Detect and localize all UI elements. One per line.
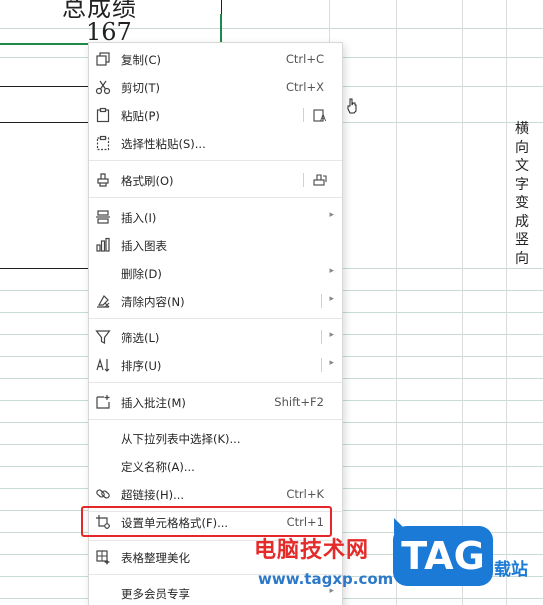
- vertical-char: 文: [515, 158, 529, 174]
- menu-item-label: 从下拉列表中选择(K)...: [121, 432, 241, 446]
- menu-item-label: 选择性粘贴(S)...: [121, 137, 206, 151]
- copy-icon: [95, 51, 111, 67]
- link-icon: [95, 486, 111, 502]
- menu-item-define-name[interactable]: 定义名称(A)...: [89, 452, 342, 480]
- mouse-cursor-icon: [347, 98, 357, 114]
- menu-item-label: 筛选(L): [121, 331, 160, 345]
- menu-item-insert-chart[interactable]: 插入图表: [89, 231, 342, 259]
- menu-item-label: 插入图表: [121, 239, 167, 253]
- watermark-site-name: 电脑技术网: [254, 538, 370, 563]
- menu-item-label: 定义名称(A)...: [121, 460, 195, 474]
- menu-item-label: 插入批注(M): [121, 396, 186, 410]
- menu-item-label: 更多会员专享: [121, 587, 190, 601]
- menu-separator: [89, 419, 342, 420]
- sort-icon: [95, 357, 111, 373]
- watermark-logo-badge: TAG: [393, 526, 493, 586]
- menu-item-label: 超链接(H)...: [121, 488, 185, 502]
- menu-item-pick-from-list[interactable]: 从下拉列表中选择(K)...: [89, 424, 342, 452]
- menu-item-shortcut: Ctrl+C: [285, 52, 324, 66]
- comment-icon: [95, 394, 111, 410]
- submenu-arrow-icon: ▸: [329, 266, 334, 276]
- clear-content-icon: [95, 293, 111, 309]
- menu-item-label: 表格整理美化: [121, 551, 190, 565]
- vertical-char: 成: [515, 213, 529, 230]
- menu-item-insert[interactable]: 插入(I) ▸: [89, 203, 342, 231]
- menu-item-divider: [321, 358, 322, 372]
- vertical-char: 竖: [515, 232, 529, 248]
- vertical-char: 变: [515, 195, 529, 211]
- submenu-arrow-icon: ▸: [329, 358, 334, 368]
- menu-item-label: 复制(C): [121, 53, 162, 67]
- menu-item-sort[interactable]: 排序(U) ▸: [89, 351, 342, 379]
- menu-item-shortcut: Ctrl+K: [286, 487, 324, 501]
- menu-separator: [89, 318, 342, 319]
- watermark-url: www.tagxp.com: [258, 570, 394, 588]
- vertical-text-cell[interactable]: 横 向 文 字 变 成 竖 向: [514, 120, 530, 268]
- menu-item-label: 排序(U): [121, 359, 162, 373]
- menu-item-delete[interactable]: 删除(D) ▸: [89, 259, 342, 287]
- format-brush-multi-icon[interactable]: [312, 172, 328, 188]
- menu-separator: [89, 197, 342, 198]
- menu-item-copy[interactable]: 复制(C) Ctrl+C: [89, 45, 342, 73]
- grid-column-line: [506, 0, 507, 605]
- scissors-icon: [95, 79, 111, 95]
- menu-item-shortcut: Shift+F2: [274, 395, 324, 409]
- menu-item-insert-comment[interactable]: 插入批注(M) Shift+F2: [89, 388, 342, 416]
- paste-text-only-icon[interactable]: A: [312, 107, 328, 123]
- menu-item-label: 删除(D): [121, 267, 162, 281]
- menu-item-paste-special[interactable]: 选择性粘贴(S)...: [89, 129, 342, 157]
- vertical-char: 向: [515, 139, 529, 156]
- submenu-arrow-icon: ▸: [329, 210, 334, 220]
- insert-icon: [95, 209, 111, 225]
- menu-item-paste[interactable]: 粘贴(P) A: [89, 101, 342, 129]
- filter-icon: [95, 329, 111, 345]
- vertical-char: 横: [515, 121, 529, 137]
- menu-item-hyperlink[interactable]: 超链接(H)... Ctrl+K: [89, 480, 342, 508]
- menu-item-label: 插入(I): [121, 211, 157, 225]
- paste-icon: [95, 107, 111, 123]
- format-brush-icon: [95, 172, 111, 188]
- beautify-icon: [95, 549, 111, 565]
- menu-item-cut[interactable]: 剪切(T) Ctrl+X: [89, 73, 342, 101]
- submenu-arrow-icon: ▸: [329, 330, 334, 340]
- menu-separator: [89, 160, 342, 161]
- menu-item-label: 清除内容(N): [121, 295, 185, 309]
- vertical-char: 向: [515, 250, 529, 267]
- chart-icon: [95, 237, 111, 253]
- menu-item-label: 粘贴(P): [121, 109, 160, 123]
- submenu-arrow-icon: ▸: [329, 294, 334, 304]
- menu-item-divider: [303, 173, 304, 187]
- menu-item-label: 格式刷(O): [121, 174, 174, 188]
- menu-item-format-painter[interactable]: 格式刷(O): [89, 166, 342, 194]
- grid-column-line: [462, 0, 463, 605]
- menu-item-divider: [321, 330, 322, 344]
- menu-item-shortcut: Ctrl+X: [286, 80, 324, 94]
- svg-text:A: A: [320, 114, 327, 123]
- watermark-side-text: 载站: [494, 560, 528, 580]
- vertical-char: 字: [515, 176, 529, 193]
- cell-selection-border: [0, 14, 222, 45]
- menu-item-divider: [321, 294, 322, 308]
- menu-item-filter[interactable]: 筛选(L) ▸: [89, 323, 342, 351]
- menu-item-divider: [303, 108, 304, 122]
- menu-item-label: 剪切(T): [121, 81, 160, 95]
- menu-item-clear-content[interactable]: 清除内容(N) ▸: [89, 287, 342, 315]
- grid-column-line: [396, 0, 397, 605]
- menu-separator: [89, 382, 342, 383]
- paste-special-icon: [95, 135, 111, 151]
